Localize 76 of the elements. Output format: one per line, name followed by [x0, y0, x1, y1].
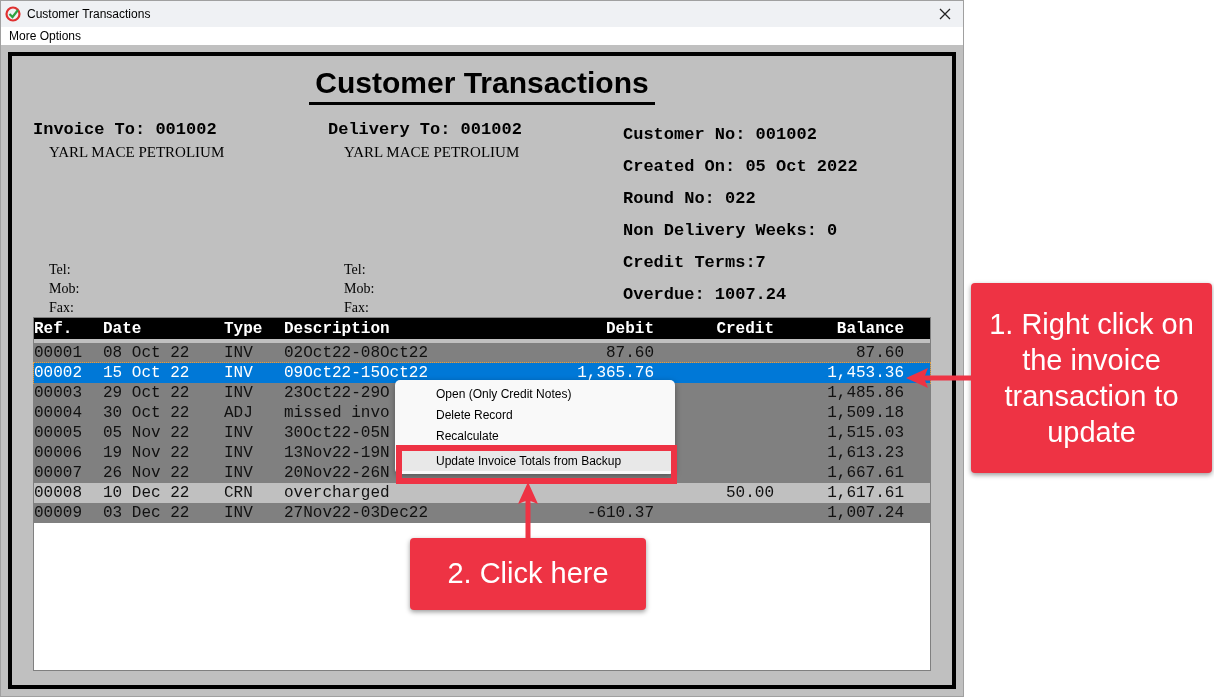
column-header: Balance [835, 318, 904, 340]
customer-info: Credit Terms:7 [623, 252, 766, 274]
date-cell: 10 Dec 22 [103, 484, 190, 502]
balance-cell: 1,007.24 [827, 504, 904, 522]
callout-text: 1. Right click on the invoice transaction to update [988, 307, 1195, 450]
description-cell: 30Oct22-05N [284, 424, 390, 442]
party-name: YARL MACE PETROLIUM [343, 143, 520, 162]
customer-info: Overdue: 1007.24 [623, 284, 787, 306]
date-cell: 26 Nov 22 [103, 464, 190, 482]
debit-cell: -610.37 [586, 504, 654, 522]
date-cell: 05 Nov 22 [103, 424, 190, 442]
description-cell: missed invo [284, 404, 390, 422]
balance-cell: 1,617.61 [827, 484, 904, 502]
contact-label: Mob: [49, 279, 80, 298]
balance-cell: 1,485.86 [827, 384, 904, 402]
type-cell: INV [224, 384, 253, 402]
contact-label: Fax: [344, 298, 369, 317]
contact-label: Tel: [344, 260, 366, 279]
ref-cell: 00004 [34, 404, 82, 422]
balance-cell: 1,667.61 [827, 464, 904, 482]
date-cell: 15 Oct 22 [103, 364, 190, 382]
window-title: Customer Transactions [27, 6, 152, 23]
type-cell: INV [224, 444, 253, 462]
date-cell: 30 Oct 22 [103, 404, 190, 422]
customer-info: Customer No: 001002 [623, 124, 817, 146]
page-heading: Customer Transactions [309, 64, 655, 105]
ref-cell: 00001 [34, 344, 82, 362]
column-header: Ref. [34, 318, 74, 340]
type-cell: INV [224, 464, 253, 482]
column-header: Credit [715, 318, 774, 340]
column-header: Debit [605, 318, 654, 340]
description-cell: overcharged [284, 484, 390, 502]
type-cell: INV [224, 344, 253, 362]
column-header: Description [284, 318, 391, 340]
ref-cell: 00003 [34, 384, 82, 402]
description-cell: 23Oct22-29O [284, 384, 390, 402]
date-cell: 19 Nov 22 [103, 444, 190, 462]
type-cell: INV [224, 364, 253, 382]
ref-cell: 00002 [34, 364, 82, 382]
balance-cell: 1,453.36 [827, 364, 904, 382]
balance-cell: 1,613.23 [827, 444, 904, 462]
description-cell: 02Oct22-08Oct22 [284, 344, 429, 362]
ref-cell: 00008 [34, 484, 82, 502]
balance-cell: 87.60 [856, 344, 904, 362]
ref-cell: 00009 [34, 504, 82, 522]
debit-cell: 1,365.76 [577, 364, 654, 382]
type-cell: CRN [224, 484, 253, 502]
balance-cell: 1,509.18 [827, 404, 904, 422]
type-cell: ADJ [224, 404, 253, 422]
type-cell: INV [224, 504, 253, 522]
ref-cell: 00005 [34, 424, 82, 442]
customer-info: Round No: 022 [623, 188, 756, 210]
description-cell: 20Nov22-26N [284, 464, 390, 482]
balance-cell: 1,515.03 [827, 424, 904, 442]
date-cell: 03 Dec 22 [103, 504, 190, 522]
ref-cell: 00006 [34, 444, 82, 462]
party-name: YARL MACE PETROLIUM [48, 143, 225, 162]
callout-text: 2. Click here [447, 556, 609, 592]
credit-cell: 50.00 [726, 484, 774, 502]
column-header: Type [224, 318, 264, 340]
contact-label: Tel: [49, 260, 71, 279]
description-cell: 27Nov22-03Dec22 [284, 504, 429, 522]
contact-label: Mob: [344, 279, 375, 298]
description-cell: 09Oct22-15Oct22 [284, 364, 429, 382]
date-cell: 29 Oct 22 [103, 384, 190, 402]
description-cell: 13Nov22-19N [284, 444, 390, 462]
type-cell: INV [224, 424, 253, 442]
customer-info: Non Delivery Weeks: 0 [623, 220, 838, 242]
party-label: Delivery To: 001002 [328, 119, 522, 141]
contact-label: Fax: [49, 298, 74, 317]
debit-cell: 87.60 [606, 344, 654, 362]
ref-cell: 00007 [34, 464, 82, 482]
party-label: Invoice To: 001002 [33, 119, 217, 141]
customer-info: Created On: 05 Oct 2022 [623, 156, 858, 178]
date-cell: 08 Oct 22 [103, 344, 190, 362]
column-header: Date [103, 318, 143, 340]
